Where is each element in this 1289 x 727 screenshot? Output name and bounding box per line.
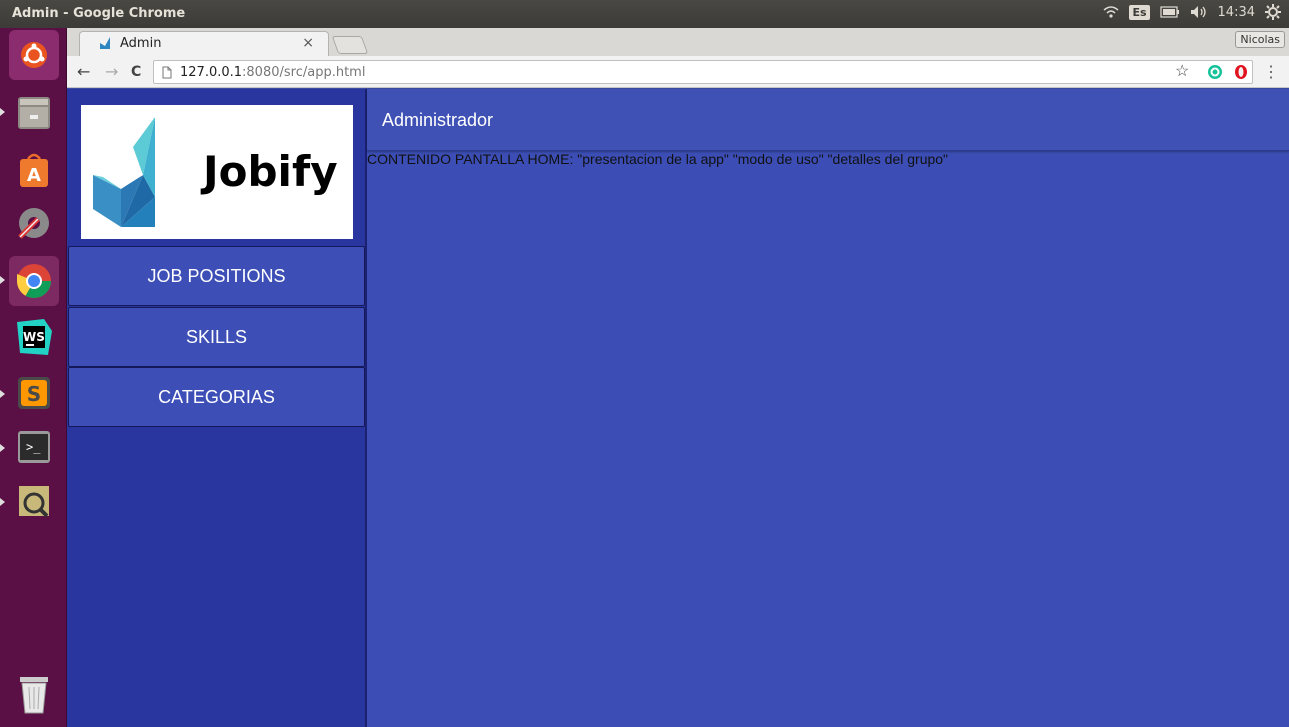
power-gear-icon[interactable] <box>1265 4 1281 20</box>
browser-tab[interactable]: Admin × <box>79 31 329 56</box>
os-top-panel: Admin - Google Chrome Es 14:34 <box>0 0 1289 28</box>
grammarly-extension-icon[interactable] <box>1207 64 1223 85</box>
wifi-icon[interactable] <box>1103 5 1119 19</box>
url-path: :8080/src/app.html <box>242 65 366 80</box>
screenshot-viewer-icon[interactable] <box>9 476 59 526</box>
app-header: Administrador <box>367 89 1289 151</box>
jobify-favicon-icon <box>98 36 112 55</box>
unity-launcher: A WS S >_ <box>0 28 67 727</box>
ubuntu-dash-icon[interactable] <box>9 30 59 80</box>
browser-toolbar: ← → C 127.0.0.1:8080/src/app.html ☆ ⋮ <box>67 56 1289 88</box>
url-text: 127.0.0.1:8080/src/app.html <box>180 65 365 80</box>
trash-icon[interactable] <box>9 670 59 720</box>
system-settings-icon[interactable] <box>9 198 59 248</box>
back-icon[interactable]: ← <box>77 62 90 81</box>
window-title: Admin - Google Chrome <box>12 6 186 21</box>
menu-item-categorias[interactable]: CATEGORIAS <box>68 367 365 427</box>
forward-icon[interactable]: → <box>105 62 118 81</box>
page-info-icon[interactable] <box>162 66 172 84</box>
sublime-text-icon[interactable]: S <box>9 368 59 418</box>
system-tray: Es 14:34 <box>1103 4 1281 20</box>
user-profile-badge[interactable]: Nicolas <box>1235 31 1285 48</box>
svg-text:S: S <box>27 382 41 406</box>
clock[interactable]: 14:34 <box>1218 5 1255 20</box>
tab-title: Admin <box>120 36 162 51</box>
browser-tab-strip: Admin × Nicolas <box>67 28 1289 56</box>
app-page: Jobify JOB POSITIONS SKILLS CATEGORIAS A… <box>67 89 1289 727</box>
terminal-icon[interactable]: >_ <box>9 422 59 472</box>
files-icon[interactable] <box>9 88 59 138</box>
chrome-icon[interactable] <box>9 256 59 306</box>
svg-text:A: A <box>27 165 41 186</box>
software-center-icon[interactable]: A <box>9 144 59 194</box>
reload-icon[interactable]: C <box>131 64 141 80</box>
svg-text:WS: WS <box>23 330 45 344</box>
tab-close-icon[interactable]: × <box>302 35 314 51</box>
volume-icon[interactable] <box>1190 5 1208 19</box>
new-tab-button[interactable] <box>331 36 369 54</box>
keyboard-layout-indicator[interactable]: Es <box>1129 4 1150 20</box>
url-host: 127.0.0.1 <box>180 65 243 80</box>
logo-wordmark: Jobify <box>203 147 338 196</box>
opera-extension-icon[interactable] <box>1233 64 1249 85</box>
jobify-logo[interactable]: Jobify <box>81 105 353 239</box>
home-content: CONTENIDO PANTALLA HOME: "presentacion d… <box>367 151 949 167</box>
svg-text:>_: >_ <box>26 440 41 454</box>
battery-icon[interactable] <box>1159 6 1180 18</box>
chrome-menu-icon[interactable]: ⋮ <box>1263 62 1279 82</box>
menu-item-job-positions[interactable]: JOB POSITIONS <box>68 246 365 306</box>
menu-item-skills[interactable]: SKILLS <box>68 307 365 367</box>
webstorm-icon[interactable]: WS <box>9 312 59 362</box>
side-navigation: Jobify JOB POSITIONS SKILLS CATEGORIAS <box>67 89 367 727</box>
bookmark-star-icon[interactable]: ☆ <box>1175 61 1189 81</box>
header-title: Administrador <box>382 110 494 130</box>
address-bar[interactable]: 127.0.0.1:8080/src/app.html <box>153 60 1253 84</box>
